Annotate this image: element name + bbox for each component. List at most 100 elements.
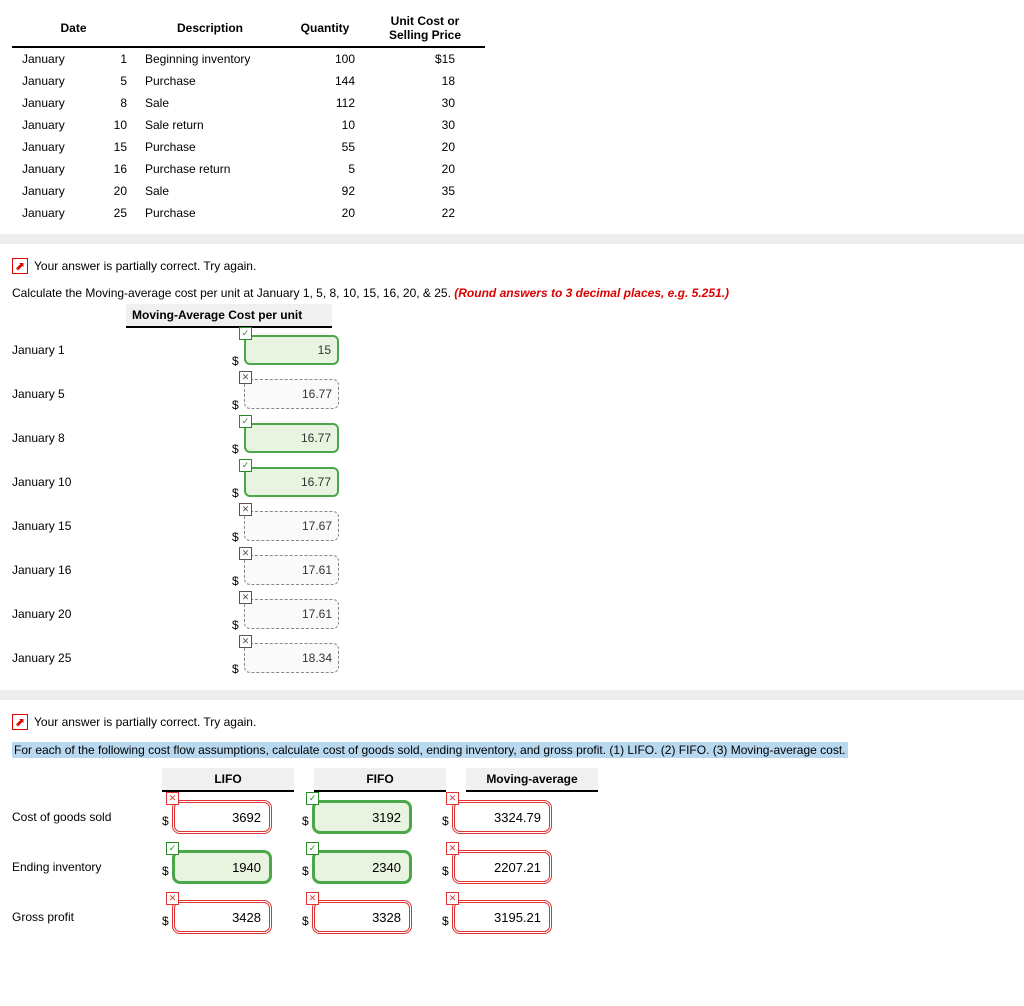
cell-month: January: [12, 114, 92, 136]
x-icon: ✕: [306, 892, 319, 905]
moving-average-row: January 8$✓: [12, 416, 1012, 460]
x-icon: ✕: [239, 591, 252, 604]
moving-average-input[interactable]: [452, 800, 552, 834]
partial-correct-icon: ⬈: [12, 258, 28, 274]
moving-average-input[interactable]: [244, 467, 339, 497]
moving-average-input[interactable]: [452, 850, 552, 884]
x-icon: ✕: [239, 503, 252, 516]
cost-flow-row: Cost of goods sold$✕$✓$✕: [12, 792, 1012, 842]
moving-average-input[interactable]: [452, 900, 552, 934]
dollar-sign: $: [232, 354, 244, 372]
cost-flow-prompt-text: For each of the following cost flow assu…: [12, 742, 848, 758]
cell-quantity: 144: [285, 70, 365, 92]
cell-price: $15: [365, 47, 485, 70]
dollar-sign: $: [232, 530, 244, 548]
cell-month: January: [12, 136, 92, 158]
col-fifo-header: FIFO: [314, 768, 446, 792]
ma-row-label: January 10: [12, 475, 132, 489]
ma-table-header: Moving-Average Cost per unit: [126, 304, 332, 328]
cost-flow-section: ⬈ Your answer is partially correct. Try …: [0, 700, 1024, 952]
dollar-sign: $: [162, 914, 172, 934]
moving-average-input[interactable]: [244, 335, 339, 365]
check-icon: ✓: [239, 459, 252, 472]
table-row: January5Purchase14418: [12, 70, 485, 92]
cell-quantity: 55: [285, 136, 365, 158]
lifo-input[interactable]: [172, 850, 272, 884]
x-icon: ✕: [166, 792, 179, 805]
moving-average-input[interactable]: [244, 643, 339, 673]
col-quantity-header: Quantity: [285, 10, 365, 47]
cell-day: 10: [92, 114, 135, 136]
cell-price: 22: [365, 202, 485, 224]
dollar-sign: $: [302, 814, 312, 834]
moving-average-row: January 16$✕: [12, 548, 1012, 592]
moving-average-row: January 5$✕: [12, 372, 1012, 416]
dollar-sign: $: [442, 914, 452, 934]
feedback-text: Your answer is partially correct. Try ag…: [34, 259, 256, 273]
cell-day: 8: [92, 92, 135, 114]
fifo-input[interactable]: [312, 800, 412, 834]
dollar-sign: $: [442, 814, 452, 834]
x-icon: ✕: [446, 892, 459, 905]
table-row: January1Beginning inventory100$15: [12, 47, 485, 70]
table-row: January16Purchase return520: [12, 158, 485, 180]
moving-average-row: January 1 $ ✓: [12, 328, 1012, 372]
cell-description: Beginning inventory: [135, 47, 285, 70]
ma-row-label: January 8: [12, 431, 132, 445]
col-moving-average-header: Moving-average: [466, 768, 598, 792]
dollar-sign: $: [302, 864, 312, 884]
lifo-input[interactable]: [172, 900, 272, 934]
moving-average-input[interactable]: [244, 379, 339, 409]
col-date-header: Date: [12, 10, 135, 47]
cell-month: January: [12, 202, 92, 224]
table-row: January10Sale return1030: [12, 114, 485, 136]
x-icon: ✕: [166, 892, 179, 905]
check-icon: ✓: [239, 327, 252, 340]
table-row: January8Sale11230: [12, 92, 485, 114]
dollar-sign: $: [232, 486, 244, 504]
x-icon: ✕: [239, 547, 252, 560]
cell-quantity: 92: [285, 180, 365, 202]
cell-day: 20: [92, 180, 135, 202]
cell-price: 20: [365, 158, 485, 180]
cell-description: Sale return: [135, 114, 285, 136]
cell-day: 15: [92, 136, 135, 158]
cell-description: Sale: [135, 180, 285, 202]
inventory-table: Date Description Quantity Unit Cost or S…: [12, 10, 485, 224]
check-icon: ✓: [306, 792, 319, 805]
ma-row-label: January 20: [12, 607, 132, 621]
dollar-sign: $: [442, 864, 452, 884]
ma-row-label: January 5: [12, 387, 132, 401]
moving-average-row: January 20$✕: [12, 592, 1012, 636]
check-icon: ✓: [166, 842, 179, 855]
prompt-rounding-note: (Round answers to 3 decimal places, e.g.…: [454, 286, 729, 300]
dollar-sign: $: [232, 662, 244, 680]
moving-average-input[interactable]: [244, 511, 339, 541]
moving-average-input[interactable]: [244, 555, 339, 585]
ma-row-label: January 1: [12, 343, 132, 357]
cell-day: 5: [92, 70, 135, 92]
dollar-sign: $: [232, 442, 244, 460]
check-icon: ✓: [306, 842, 319, 855]
lifo-input[interactable]: [172, 800, 272, 834]
moving-average-input[interactable]: [244, 599, 339, 629]
moving-average-prompt: Calculate the Moving-average cost per un…: [12, 286, 1012, 300]
cell-price: 30: [365, 114, 485, 136]
cost-flow-row-label: Gross profit: [12, 910, 162, 924]
fifo-input[interactable]: [312, 850, 412, 884]
col-lifo-header: LIFO: [162, 768, 294, 792]
cell-month: January: [12, 158, 92, 180]
cell-month: January: [12, 92, 92, 114]
fifo-input[interactable]: [312, 900, 412, 934]
dollar-sign: $: [232, 574, 244, 592]
feedback-text-2: Your answer is partially correct. Try ag…: [34, 715, 256, 729]
cell-description: Sale: [135, 92, 285, 114]
cell-day: 25: [92, 202, 135, 224]
moving-average-row: January 15$✕: [12, 504, 1012, 548]
cost-flow-prompt: For each of the following cost flow assu…: [12, 742, 1012, 758]
cell-month: January: [12, 70, 92, 92]
table-row: January25Purchase2022: [12, 202, 485, 224]
table-row: January20Sale9235: [12, 180, 485, 202]
moving-average-input[interactable]: [244, 423, 339, 453]
inventory-data-section: Date Description Quantity Unit Cost or S…: [0, 0, 1024, 234]
